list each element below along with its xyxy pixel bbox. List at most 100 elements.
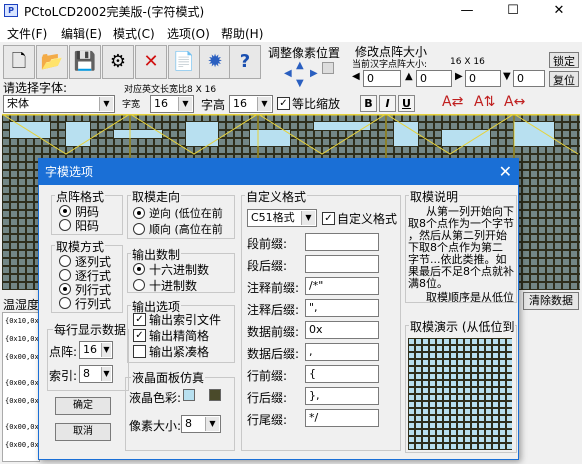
proportional-checkbox[interactable]: ✓ — [277, 97, 290, 110]
current-size-label: 当前汉字点阵大小: — [352, 60, 428, 70]
row-suffix-input[interactable]: }, — [305, 387, 379, 405]
move-down-icon[interactable]: ▼ — [296, 78, 308, 89]
height-label: 字高 — [201, 98, 226, 112]
reset-button[interactable]: 复位 — [549, 71, 579, 87]
cancel-button[interactable]: 取消 — [55, 423, 111, 441]
radio-label: 逆向 (低位在前 — [149, 207, 223, 220]
height-select[interactable]: 16 ▼ — [229, 95, 273, 113]
menu-options[interactable]: 选项(O) — [167, 25, 210, 42]
segment-suffix-input[interactable] — [305, 255, 379, 273]
pixel-size-select[interactable]: 8 ▼ — [181, 415, 221, 433]
comment-suffix-input[interactable]: ", — [305, 299, 379, 317]
dot-format-positive-radio[interactable] — [59, 219, 71, 231]
menu-help[interactable]: 帮助(H) — [221, 25, 263, 42]
explain-group: 从第一列开始向下 取8个点作为一个字节 ，然后从第二列开始 下取8个点作为第二 … — [405, 195, 517, 303]
decimal-radio[interactable] — [133, 279, 145, 291]
row-end-input[interactable]: */ — [305, 409, 379, 427]
chevron-down-icon: ▼ — [257, 97, 271, 111]
proportional-label: 等比缩放 — [292, 97, 341, 111]
field-label: 数据前缀: — [247, 325, 300, 339]
resize-bottom-spin[interactable]: 0 — [513, 70, 545, 87]
menu-edit[interactable]: 编辑(E) — [61, 25, 102, 42]
delete-icon[interactable]: ✕ — [135, 45, 167, 79]
dots-per-line-select[interactable]: 16 ▼ — [79, 341, 113, 359]
resize-right-spin[interactable]: 0 — [465, 70, 501, 87]
dialog-close-button[interactable]: ✕ — [499, 159, 512, 185]
mode-column-row-radio[interactable] — [59, 283, 71, 295]
field-label: 注释后缀: — [247, 303, 300, 317]
lcd-color-swatch-light[interactable] — [183, 389, 195, 401]
field-label: 数据后缀: — [247, 347, 300, 361]
hex-radio[interactable] — [133, 263, 145, 275]
width-select[interactable]: 16 ▼ — [150, 95, 194, 113]
open-folder-icon[interactable]: 📂 — [36, 45, 68, 79]
dot-format-negative-radio[interactable] — [59, 205, 71, 217]
menu-file[interactable]: 文件(F) — [7, 25, 47, 42]
resize-top-spin[interactable]: 0 — [416, 70, 452, 87]
flip-icon[interactable]: A⇅ — [474, 94, 495, 110]
underline-button[interactable]: U — [398, 95, 415, 112]
custom-format-label: 自定义格式 — [337, 212, 398, 226]
ok-button[interactable]: 确定 — [55, 397, 111, 415]
bold-button[interactable]: B — [360, 95, 377, 112]
resize-left-spin[interactable]: 0 — [363, 70, 401, 87]
move-right-icon[interactable]: ▶ — [310, 68, 322, 79]
output-log[interactable]: {0x10,0x40,0x1, {0x10,0x40,0x1, {0x00,0x… — [2, 312, 68, 462]
custom-format-title: 自定义格式 — [245, 188, 308, 205]
rotate-icon[interactable]: A⇄ — [442, 94, 463, 110]
dialog-title: 字模选项 — [39, 159, 518, 185]
new-icon[interactable]: 🗋 — [3, 45, 35, 79]
demo-title: 取模演示 (从低位到 — [409, 318, 515, 335]
help-icon[interactable]: ? — [229, 45, 261, 79]
document-icon[interactable]: 📄 — [168, 45, 200, 79]
comment-prefix-input[interactable]: /*" — [305, 277, 379, 295]
generate-icon[interactable]: ⚙ — [102, 45, 134, 79]
data-suffix-input[interactable]: , — [305, 343, 379, 361]
center-icon[interactable] — [322, 62, 334, 74]
clear-data-button[interactable]: 清除数据 — [523, 292, 579, 310]
mode-row-radio[interactable] — [59, 269, 71, 281]
data-prefix-input[interactable]: 0x — [305, 321, 379, 339]
settings-gear-icon[interactable]: ✹ — [199, 45, 231, 79]
move-up-icon[interactable]: ▲ — [296, 60, 308, 71]
font-select[interactable]: 宋体 ▼ — [3, 95, 115, 113]
mirror-icon[interactable]: A↔ — [504, 94, 525, 110]
minimize-button[interactable]: — — [444, 0, 490, 22]
mode-column-radio[interactable] — [59, 255, 71, 267]
format-select[interactable]: C51格式 ▼ — [247, 209, 317, 227]
lcd-color-swatch-dark[interactable] — [209, 389, 221, 401]
output-tight-checkbox[interactable] — [133, 345, 146, 358]
maximize-button[interactable]: ☐ — [490, 0, 536, 22]
index-label: 索引: — [49, 369, 78, 383]
close-button[interactable]: ✕ — [536, 0, 582, 22]
checkbox-label: 输出紧凑格 — [149, 345, 210, 359]
left-arrow-icon[interactable]: ◀ — [352, 71, 360, 82]
italic-button[interactable]: I — [379, 95, 396, 112]
radio-label: 十进制数 — [149, 279, 198, 293]
index-per-line-select[interactable]: 8 ▼ — [79, 365, 113, 383]
direction-reverse-radio[interactable] — [133, 207, 145, 219]
custom-format-checkbox[interactable]: ✓ — [322, 212, 335, 225]
up-arrow-icon[interactable]: ▲ — [405, 71, 413, 82]
direction-forward-radio[interactable] — [133, 223, 145, 235]
app-icon: P — [4, 4, 18, 17]
cn-font-size: 对应英文长宽比8 X 16 — [124, 85, 217, 95]
row-prefix-input[interactable]: { — [305, 365, 379, 383]
mode-row-column-radio[interactable] — [59, 297, 71, 309]
segment-prefix-input[interactable] — [305, 233, 379, 251]
chevron-down-icon: ▼ — [301, 211, 315, 225]
chevron-down-icon: ▼ — [101, 367, 111, 381]
save-icon[interactable]: 💾 — [69, 45, 101, 79]
menu-mode[interactable]: 模式(C) — [113, 25, 155, 42]
width-label: 字宽 — [122, 100, 141, 110]
output-index-checkbox[interactable]: ✓ — [133, 313, 146, 326]
radio-label: 阳码 — [75, 219, 100, 233]
right-arrow-icon[interactable]: ▶ — [455, 71, 463, 82]
move-left-icon[interactable]: ◀ — [284, 68, 296, 79]
radio-label: 顺向 (高位在前 — [149, 223, 223, 236]
dots-label: 点阵: — [49, 345, 78, 359]
output-compact-checkbox[interactable]: ✓ — [133, 329, 146, 342]
down-arrow-icon[interactable]: ▼ — [503, 71, 511, 82]
temp-label: 温湿度 — [3, 298, 40, 312]
lock-button[interactable]: 锁定 — [549, 52, 579, 68]
